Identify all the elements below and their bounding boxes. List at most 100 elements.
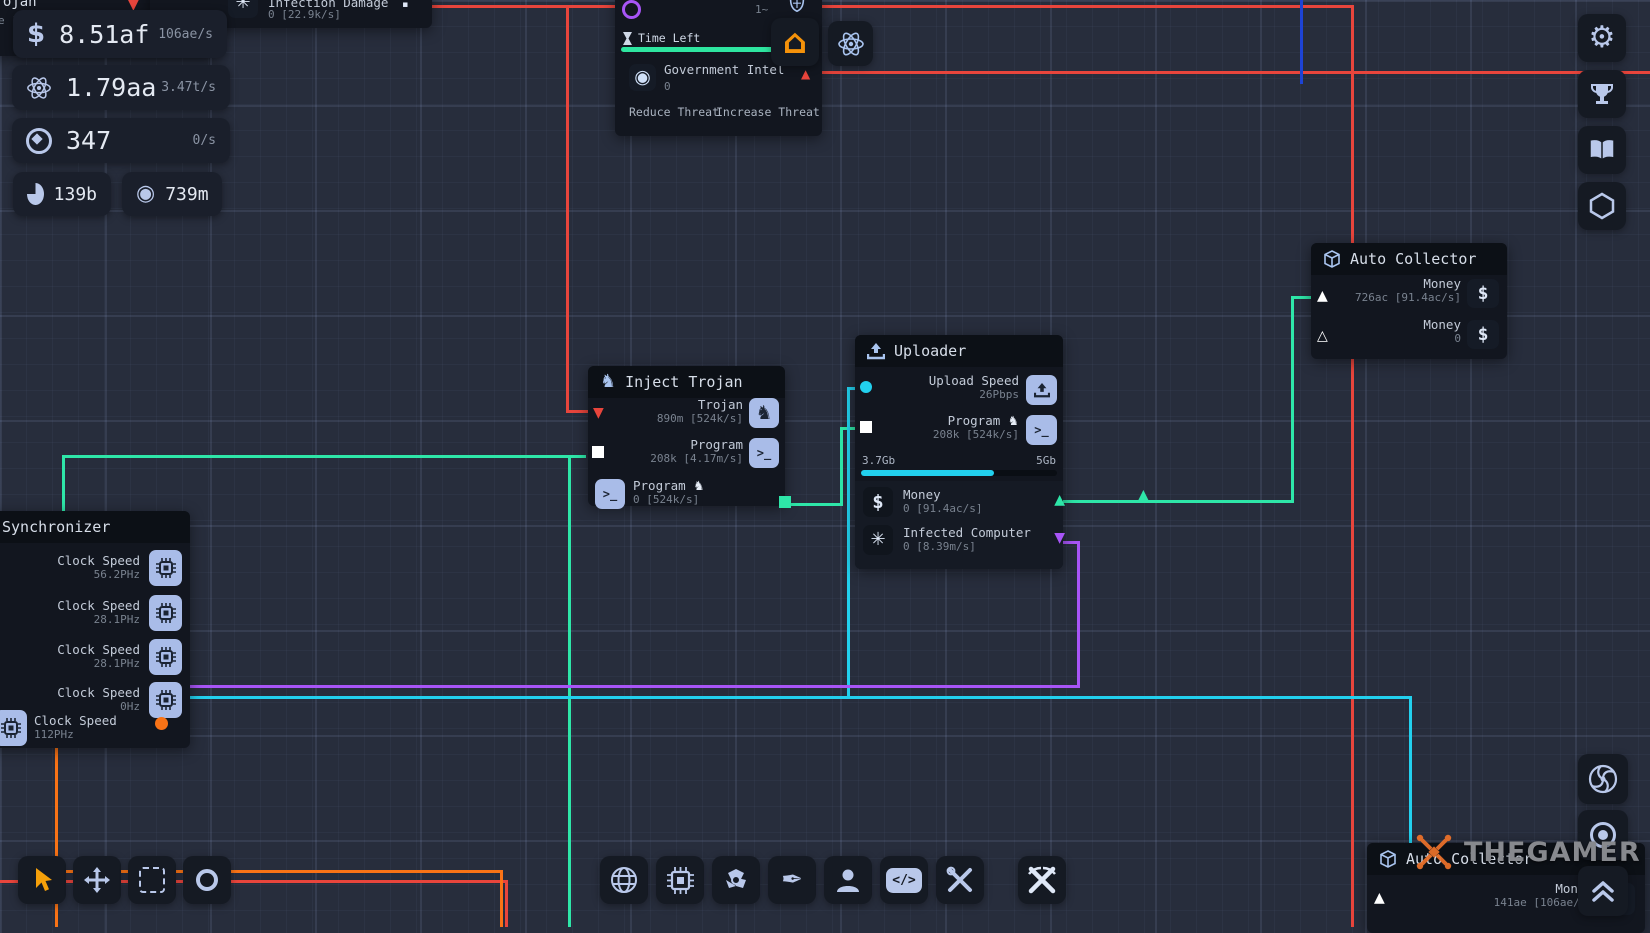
wire-red-gov: [822, 71, 1650, 74]
book-icon: [1588, 138, 1616, 162]
row-value: 208k [524k/s]: [933, 428, 1019, 441]
program-input-port[interactable]: [860, 421, 872, 433]
wire-orange-h: [55, 870, 503, 873]
knight-icon: ♞: [1008, 413, 1019, 428]
row-label: Upload Speed: [929, 373, 1019, 388]
row-value: 0 [524k/s]: [633, 493, 704, 506]
trophy-icon: [1589, 81, 1615, 107]
upload-badge[interactable]: [1026, 375, 1057, 405]
cpu-badge[interactable]: [149, 595, 182, 631]
move-icon: [83, 866, 111, 894]
person-icon: [835, 867, 861, 893]
collector-icon: [1379, 850, 1397, 868]
home-button[interactable]: ⌂: [771, 18, 819, 66]
row-value: 28.1PHz: [57, 657, 140, 670]
node-uploader[interactable]: Uploader Upload Speed 26Pbps Program ♞ 2…: [855, 335, 1063, 569]
tools-tab-button[interactable]: [936, 856, 984, 904]
turbine-button[interactable]: [1578, 754, 1628, 804]
ac-port-1[interactable]: ▲: [1317, 289, 1328, 303]
wire-teal-money-h: [1060, 500, 1293, 503]
node-header: ↻ Synchronizer: [0, 511, 190, 543]
wire-teal-sync-inject: [62, 455, 586, 458]
trojan-input-port[interactable]: ▼: [593, 406, 604, 420]
dollar-icon[interactable]: $: [863, 487, 893, 517]
game-canvas[interactable]: { "resources": [ {"name":"money","value"…: [0, 0, 1650, 927]
move-tool-button[interactable]: [73, 856, 121, 904]
dollar-icon[interactable]: $: [1467, 320, 1499, 349]
money-rate: 106ae/s: [158, 27, 213, 42]
money-output-port[interactable]: ▲: [1054, 493, 1065, 507]
node-synchronizer[interactable]: ↻ Synchronizer Clock Speed 56.2PHz Clock…: [0, 511, 190, 748]
data-value: 139b: [54, 184, 97, 205]
storage-current: 3.7Gb: [862, 454, 895, 467]
code-tab-button[interactable]: </>: [880, 856, 928, 904]
bullseye-icon: [26, 128, 52, 154]
chip-icon: [667, 867, 694, 894]
terminal-badge[interactable]: >_: [1026, 415, 1057, 445]
storage-max: 5Gb: [1036, 454, 1056, 467]
select-tool-button[interactable]: [18, 856, 66, 904]
time-left-label: Time Left: [638, 31, 700, 45]
hardware-tab-button[interactable]: [656, 856, 704, 904]
virus-badge[interactable]: ✳: [863, 525, 893, 555]
row-label: Clock Speed: [34, 713, 117, 728]
ac-port-2[interactable]: △: [1317, 329, 1328, 343]
cpu-badge[interactable]: [0, 710, 27, 746]
resource-money: $ 8.51af 106ae/s: [13, 10, 227, 58]
home-icon: ⌂: [783, 25, 807, 59]
node-title: Trojan: [0, 0, 37, 10]
crossed-picks-icon: [1028, 866, 1056, 894]
wire-teal-sync-v: [62, 455, 65, 515]
knight-badge[interactable]: ♞: [749, 398, 779, 428]
row-label: Program ♞: [933, 413, 1019, 428]
wire-red-bottom-v: [505, 880, 508, 927]
row-value: 890m [524k/s]: [657, 412, 743, 425]
wiki-button[interactable]: [1578, 126, 1626, 174]
wire-red-to-inject: [566, 5, 569, 412]
row-label: Clock Speed: [57, 598, 140, 613]
hex-menu-button[interactable]: [1578, 182, 1626, 230]
lasso-tool-button[interactable]: [183, 856, 231, 904]
program-output-port[interactable]: [779, 496, 791, 508]
marquee-icon: [139, 867, 165, 893]
atom-icon: [837, 30, 865, 58]
marquee-tool-button[interactable]: [128, 856, 176, 904]
network-tab-button[interactable]: [600, 856, 648, 904]
wire-purple-long: [190, 685, 1080, 688]
terminal-badge[interactable]: >_: [595, 479, 625, 509]
cooling-tab-button[interactable]: [712, 856, 760, 904]
terminal-badge[interactable]: >_: [749, 438, 779, 468]
ac-port[interactable]: ▲: [1374, 891, 1385, 905]
settings-button[interactable]: ⚙: [1578, 14, 1626, 62]
script-tab-button[interactable]: ✒: [768, 856, 816, 904]
wire-teal-down: [568, 455, 571, 927]
cpu-badge[interactable]: [149, 682, 182, 718]
dollar-icon[interactable]: $: [1467, 279, 1499, 308]
row-value: 56.2PHz: [57, 568, 140, 581]
wire-blue-top: [1300, 0, 1303, 84]
program-input-port[interactable]: [592, 446, 604, 458]
clock-output-port[interactable]: [155, 717, 168, 730]
research-rate: 3.47t/s: [161, 80, 216, 95]
agent-tab-button[interactable]: [824, 856, 872, 904]
row-value: 112PHz: [34, 728, 117, 741]
node-inject-trojan[interactable]: ♞ Inject Trojan ▼ Trojan 890m [524k/s] ♞…: [588, 366, 785, 506]
collector-icon: [1323, 250, 1341, 268]
ac-row-value: 0: [1423, 332, 1461, 345]
intel-rate: 0/s: [193, 133, 216, 148]
prestige-button[interactable]: [828, 21, 873, 66]
ac-row-label: Money: [1355, 276, 1461, 291]
achievements-button[interactable]: [1578, 70, 1626, 118]
increase-threat-button[interactable]: Increase Threat: [710, 104, 826, 120]
upload-speed-port[interactable]: [860, 381, 872, 393]
cpu-badge[interactable]: [149, 550, 182, 586]
storage-fill: [861, 470, 994, 476]
node-title: Auto Collector: [1350, 250, 1476, 268]
forge-tab-button[interactable]: [1018, 856, 1066, 904]
infected-output-port[interactable]: ▼: [1054, 531, 1065, 545]
row-label: Clock Speed: [57, 642, 140, 657]
atom-icon: [26, 75, 52, 101]
cpu-badge[interactable]: [149, 639, 182, 675]
pie-icon: [27, 183, 44, 205]
node-auto-collector-top[interactable]: Auto Collector ▲ Money 726ac [91.4ac/s] …: [1311, 243, 1507, 359]
